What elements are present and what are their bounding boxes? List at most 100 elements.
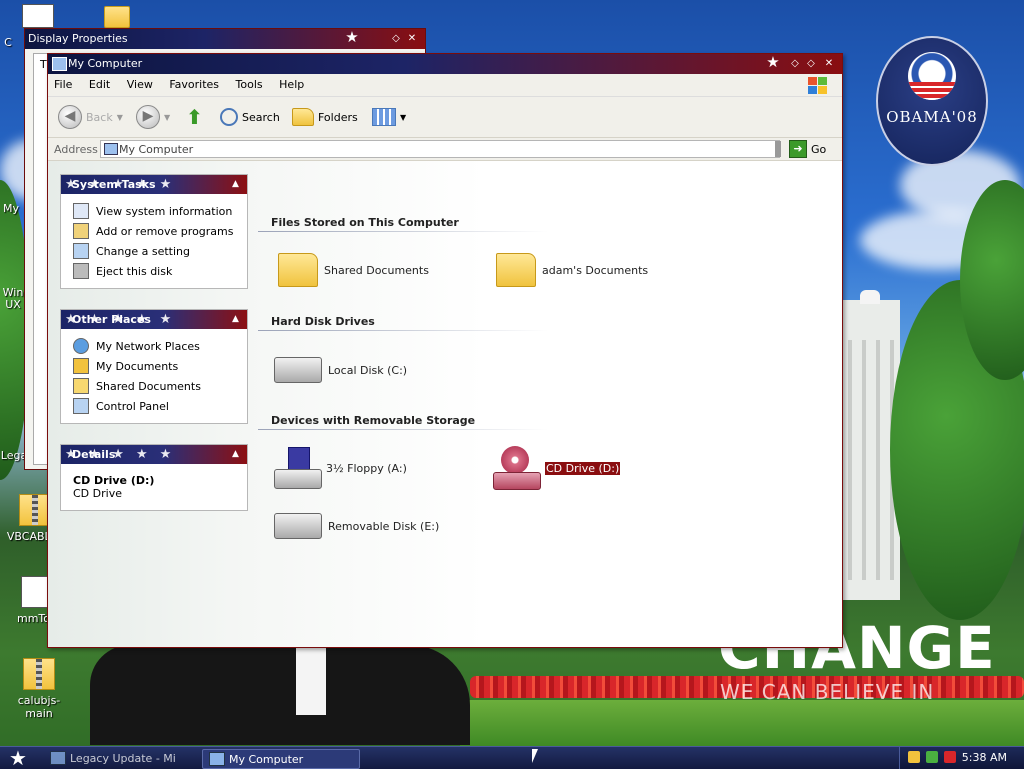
item-label: adam's Documents <box>542 263 649 277</box>
content-area: ★★★★★ System Tasks ▲ View system informa… <box>48 161 842 647</box>
task-eject-disk[interactable]: Eject this disk <box>73 261 239 281</box>
section-title-hard-disks: Hard Disk Drives <box>271 315 375 328</box>
menu-tools[interactable]: Tools <box>230 74 270 91</box>
item-cd-drive-d[interactable]: CD Drive (D:) <box>493 446 622 490</box>
place-control-panel[interactable]: Control Panel <box>73 396 239 416</box>
details-header[interactable]: ★★★★★ Details ▲ <box>61 445 247 464</box>
folders-label: Folders <box>318 110 358 124</box>
lawn <box>460 700 1024 746</box>
section-title-files: Files Stored on This Computer <box>271 216 459 229</box>
window-title: Display Properties <box>28 32 128 45</box>
menu-file[interactable]: File <box>48 74 79 91</box>
task-view-system-info[interactable]: View system information <box>73 201 239 221</box>
up-button[interactable]: ⬆ <box>186 105 206 129</box>
other-places-panel: ★★★★★ Other Places ▲ My Network Places M… <box>60 309 248 424</box>
taskbar-item-label: My Computer <box>229 752 304 766</box>
item-label: Shared Documents <box>324 263 429 277</box>
search-button[interactable]: Search <box>220 105 280 129</box>
help-button[interactable]: ◇ <box>389 32 403 46</box>
place-network[interactable]: My Network Places <box>73 336 239 356</box>
section-divider <box>258 330 548 331</box>
window-title: My Computer <box>68 57 143 70</box>
item-removable-disk-e[interactable]: Removable Disk (E:) <box>274 513 439 539</box>
my-computer-window[interactable]: My Computer ★ ◇ ◇ ✕ File Edit View Favor… <box>47 53 843 648</box>
close-button[interactable]: ✕ <box>405 32 419 46</box>
floppy-drive-icon <box>274 447 322 489</box>
my-computer-icon <box>52 57 67 71</box>
go-button[interactable]: ➜ Go <box>789 140 826 158</box>
views-button[interactable]: ▼ <box>372 105 406 129</box>
place-label: Shared Documents <box>96 379 201 393</box>
place-my-documents[interactable]: My Documents <box>73 356 239 376</box>
task-label: Change a setting <box>96 244 190 258</box>
taskbar-item-label: Legacy Update - Mi <box>70 751 176 765</box>
obama-logo: OBAMA'08 <box>876 36 988 166</box>
place-label: My Network Places <box>96 339 200 353</box>
desktop-label-partial: C <box>4 36 12 49</box>
figure-shirt <box>296 645 326 715</box>
folders-button[interactable]: Folders <box>292 105 358 129</box>
item-label: Local Disk (C:) <box>328 363 408 377</box>
hard-disk-icon <box>274 357 322 383</box>
my-computer-icon <box>104 143 118 155</box>
details-name: CD Drive (D:) <box>73 474 155 487</box>
item-floppy-a[interactable]: 3½ Floppy (A:) <box>274 447 407 489</box>
taskbar-item-legacy-update[interactable]: Legacy Update - Mi <box>44 749 200 767</box>
menu-view[interactable]: View <box>121 74 160 91</box>
address-field[interactable]: My Computer <box>100 140 780 158</box>
network-icon[interactable] <box>926 751 938 763</box>
display-properties-titlebar[interactable]: Display Properties ★ ◇ ✕ <box>25 29 425 49</box>
menu-help[interactable]: Help <box>273 74 311 91</box>
place-shared-documents[interactable]: Shared Documents <box>73 376 239 396</box>
close-button[interactable]: ✕ <box>822 57 836 71</box>
folder-icon <box>278 253 318 287</box>
collapse-icon[interactable]: ▲ <box>230 179 241 190</box>
address-bar: Address My Computer ➜ Go <box>48 138 842 161</box>
cd-drive-icon <box>493 446 541 490</box>
removable-disk-icon <box>274 513 322 539</box>
forward-button[interactable]: ▶ ▼ <box>136 105 170 129</box>
start-button[interactable]: ★ <box>4 747 32 769</box>
details-type: CD Drive <box>73 487 122 500</box>
address-dropdown[interactable] <box>775 141 781 157</box>
item-local-disk-c[interactable]: Local Disk (C:) <box>274 357 407 383</box>
collapse-icon[interactable]: ▲ <box>230 449 241 460</box>
item-label: Removable Disk (E:) <box>328 519 440 533</box>
my-computer-titlebar[interactable]: My Computer ★ ◇ ◇ ✕ <box>48 54 842 74</box>
system-info-icon <box>73 203 89 219</box>
other-places-header[interactable]: ★★★★★ Other Places ▲ <box>61 310 247 329</box>
item-label-selected: CD Drive (D:) <box>543 460 622 476</box>
system-tasks-panel: ★★★★★ System Tasks ▲ View system informa… <box>60 174 248 289</box>
chevron-down-icon: ▼ <box>164 112 171 122</box>
item-label: 3½ Floppy (A:) <box>326 461 407 475</box>
security-shield-icon[interactable] <box>908 751 920 763</box>
desktop-icon-calubjs[interactable]: calubjs-main <box>4 658 74 720</box>
item-shared-documents[interactable]: Shared Documents <box>278 253 429 287</box>
clock[interactable]: 5:38 AM <box>962 751 1007 764</box>
tab-label[interactable]: T <box>40 58 47 71</box>
browser-icon <box>50 751 66 765</box>
search-label: Search <box>242 110 280 124</box>
system-tasks-header[interactable]: ★★★★★ System Tasks ▲ <box>61 175 247 194</box>
chevron-down-icon: ▼ <box>400 112 407 122</box>
desktop-icon-label: calubjs-main <box>17 694 61 720</box>
item-adams-documents[interactable]: adam's Documents <box>496 253 648 287</box>
menu-edit[interactable]: Edit <box>83 74 117 91</box>
menu-favorites[interactable]: Favorites <box>163 74 226 91</box>
task-change-setting[interactable]: Change a setting <box>73 241 239 261</box>
collapse-icon[interactable]: ▲ <box>230 314 241 325</box>
section-title-removable: Devices with Removable Storage <box>271 414 476 427</box>
back-button[interactable]: ◀ Back ▼ <box>58 105 123 129</box>
task-add-remove-programs[interactable]: Add or remove programs <box>73 221 239 241</box>
desktop-label-partial: My <box>2 202 19 215</box>
antivirus-icon[interactable] <box>944 751 956 763</box>
task-label: Eject this disk <box>96 264 173 278</box>
add-remove-programs-icon <box>73 223 89 239</box>
minimize-button[interactable]: ◇ <box>788 57 802 71</box>
task-label: View system information <box>96 204 233 218</box>
search-icon <box>220 108 238 126</box>
folders-icon <box>292 108 314 126</box>
taskbar-item-my-computer[interactable]: My Computer <box>202 749 360 769</box>
figure-silhouette <box>90 645 470 745</box>
maximize-button[interactable]: ◇ <box>804 57 818 71</box>
